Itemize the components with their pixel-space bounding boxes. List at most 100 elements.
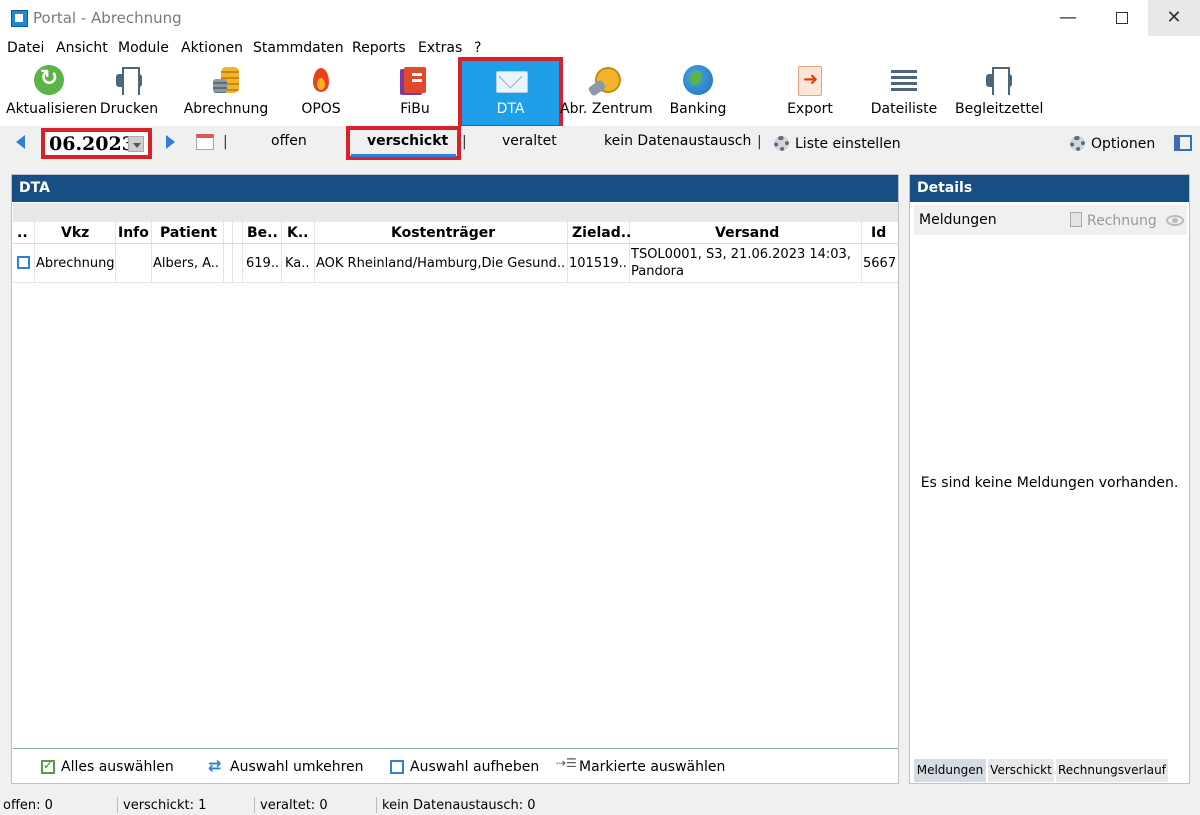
cell-versand-line1: TSOL0001, S3, 21.06.2023 14:03, [631, 247, 851, 262]
list-icon [889, 65, 919, 95]
dateiliste-label: Dateiliste [870, 101, 938, 117]
coins-icon [211, 65, 241, 95]
clear-selection-button[interactable]: Auswahl aufheben [410, 759, 539, 775]
period-selector[interactable]: 06.2023 [41, 128, 152, 159]
previous-period-icon[interactable] [16, 135, 25, 149]
swap-icon [208, 756, 222, 775]
tab-kein-datenaustausch[interactable]: kein Datenaustausch [604, 133, 751, 149]
cell-id: 5667 [863, 256, 897, 271]
menu-datei[interactable]: Datei [7, 40, 44, 56]
fibu-button[interactable]: FiBu [384, 60, 446, 124]
maximize-button[interactable] [1096, 0, 1148, 36]
menu-ansicht[interactable]: Ansicht [56, 40, 108, 56]
abr-zentrum-button[interactable]: Abr. Zentrum [560, 60, 653, 124]
liste-einstellen-button[interactable]: Liste einstellen [795, 136, 901, 152]
check-all-icon [41, 758, 55, 774]
opos-label: OPOS [301, 101, 341, 117]
checkbox-empty-icon [390, 760, 404, 774]
tab-veraltet[interactable]: veraltet [502, 133, 557, 149]
refresh-icon [34, 65, 64, 95]
details-tabs: Meldungen Verschickt Rechnungsverlauf [914, 759, 1187, 783]
invert-selection-button[interactable]: Auswahl umkehren [230, 759, 364, 775]
tab-verschickt-details[interactable]: Verschickt [988, 759, 1054, 782]
close-button[interactable]: ✕ [1148, 0, 1200, 36]
next-period-icon[interactable] [166, 135, 175, 149]
separator: | [223, 134, 228, 150]
tab-verschickt[interactable]: verschickt [367, 133, 448, 149]
toolbar: Aktualisieren Drucken Abrechnung OPOS Fi… [0, 57, 1200, 129]
filter-bar: 06.2023 | offen verschickt | veraltet ke… [0, 126, 1200, 162]
gear-icon[interactable] [1070, 136, 1085, 151]
dateiliste-button[interactable]: Dateiliste [870, 60, 938, 124]
dta-panel-title: DTA [12, 175, 898, 202]
column-header-versand[interactable]: Versand [715, 225, 779, 241]
empty-message: Es sind keine Meldungen vorhanden. [920, 475, 1179, 491]
table-row[interactable]: Abrechnung Albers, A.. 619.. Ka.. AOK Rh… [13, 245, 898, 283]
separator: | [462, 134, 467, 150]
banking-label: Banking [669, 101, 727, 117]
menu-module[interactable]: Module [118, 40, 169, 56]
select-marked-button[interactable]: Markierte auswählen [579, 759, 725, 775]
column-header-patient[interactable]: Patient [160, 225, 217, 241]
title-bar: Portal - Abrechnung — ✕ [0, 0, 1200, 38]
menu-stammdaten[interactable]: Stammdaten [253, 40, 344, 56]
rechnung-button[interactable]: Rechnung [1087, 213, 1157, 229]
eye-icon[interactable] [1166, 215, 1184, 226]
details-panel: Details Meldungen Rechnung Es sind keine… [909, 174, 1190, 784]
meldungen-label: Meldungen [919, 212, 997, 228]
column-header-select[interactable]: .. [17, 225, 28, 241]
export-button[interactable]: Export [780, 60, 840, 124]
status-bar: offen: 0 verschickt: 1 veraltet: 0 kein … [0, 795, 1200, 815]
minimize-button[interactable]: — [1042, 0, 1094, 36]
gear-icon[interactable] [774, 136, 789, 151]
menu-aktionen[interactable]: Aktionen [181, 40, 243, 56]
cell-patient: Albers, A.. [153, 256, 220, 271]
aktualisieren-button[interactable]: Aktualisieren [6, 60, 98, 124]
cell-k: Ka.. [285, 256, 310, 271]
column-header-k[interactable]: K.. [287, 225, 309, 241]
details-panel-title: Details [910, 175, 1189, 202]
menu-reports[interactable]: Reports [352, 40, 406, 56]
details-subheader: Meldungen Rechnung [914, 205, 1187, 235]
menu-help[interactable]: ? [474, 40, 481, 56]
dta-button[interactable]: DTA [458, 57, 563, 129]
drucken-label: Drucken [99, 101, 159, 117]
tab-meldungen[interactable]: Meldungen [914, 759, 986, 782]
column-header-zieladresse[interactable]: Zielad.. [572, 225, 631, 241]
book-icon [400, 65, 430, 95]
abr-zentrum-label: Abr. Zentrum [560, 101, 653, 117]
chevron-down-icon[interactable] [128, 136, 144, 152]
row-checkbox[interactable] [17, 256, 30, 269]
export-icon [795, 65, 825, 96]
menu-extras[interactable]: Extras [418, 40, 462, 56]
begleitzettel-button[interactable]: Begleitzettel [955, 60, 1043, 124]
aktualisieren-label: Aktualisieren [6, 101, 98, 117]
printer-icon [114, 65, 144, 95]
column-header-id[interactable]: Id [871, 225, 886, 241]
tab-offen[interactable]: offen [271, 133, 307, 149]
cell-vkz: Abrechnung [36, 256, 115, 271]
fibu-label: FiBu [400, 101, 430, 117]
calendar-search-icon[interactable] [196, 134, 214, 150]
column-header-be[interactable]: Be.. [247, 225, 278, 241]
app-icon [11, 10, 28, 27]
banking-button[interactable]: Banking [666, 60, 730, 124]
select-marked-icon [556, 756, 577, 773]
abrechnung-button[interactable]: Abrechnung [182, 60, 270, 124]
column-header-vkz[interactable]: Vkz [61, 225, 89, 241]
opos-button[interactable]: OPOS [290, 60, 352, 124]
select-all-button[interactable]: Alles auswählen [61, 759, 174, 775]
printer-icon [984, 65, 1014, 95]
drucken-button[interactable]: Drucken [98, 60, 160, 124]
panel-toggle-icon[interactable] [1174, 135, 1192, 151]
globe-icon [683, 65, 713, 95]
tab-rechnungsverlauf[interactable]: Rechnungsverlauf [1056, 759, 1168, 782]
optionen-button[interactable]: Optionen [1091, 136, 1155, 152]
column-header-kostentraeger[interactable]: Kostenträger [391, 225, 495, 241]
dta-panel: DTA .. Vkz Info Patient Be.. K.. Kostent… [11, 174, 899, 784]
cell-kostentraeger: AOK Rheinland/Hamburg,Die Gesund.. [316, 256, 566, 271]
window-title: Portal - Abrechnung [33, 9, 182, 27]
period-value: 06.2023 [49, 133, 135, 155]
column-header-info[interactable]: Info [118, 225, 149, 241]
flame-icon [306, 65, 336, 95]
